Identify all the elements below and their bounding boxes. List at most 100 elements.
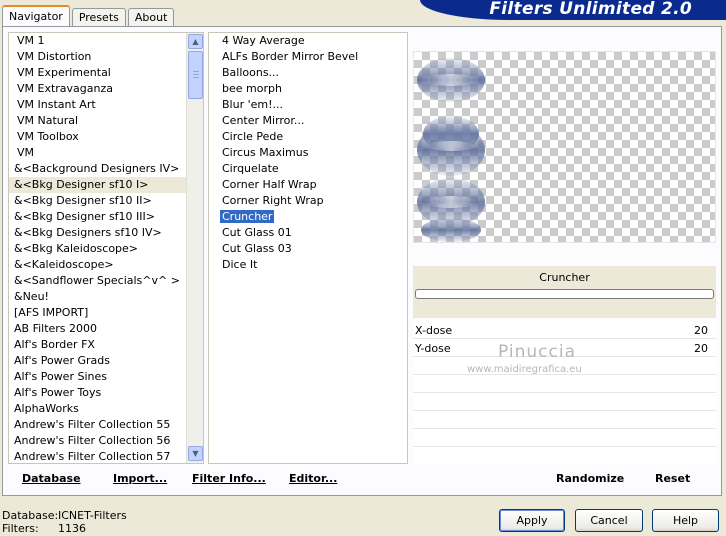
tab-strip: Navigator Presets About [2,5,176,26]
filter-item[interactable]: 4 Way Average [209,33,407,49]
param-empty-row [413,394,716,411]
filter-item-label: Cut Glass 01 [222,226,292,239]
chevron-up-icon: ▲ [192,37,199,46]
filters-count: 1136 [58,522,86,535]
category-scrollbar[interactable]: ▲ ▼ [186,33,203,463]
database-value: ICNET-Filters [58,509,127,522]
filter-item-label: Center Mirror... [222,114,305,127]
database-link[interactable]: Database [22,472,81,485]
filter-item-label: bee morph [222,82,282,95]
category-item[interactable]: VM Natural [9,113,203,129]
filter-item-label: Balloons... [222,66,280,79]
category-item[interactable]: VM [9,145,203,161]
filter-item[interactable]: Cruncher [209,209,407,225]
parameter-list[interactable]: X-dose 20 Y-dose 20 Pinuccia www.maidire… [413,320,716,464]
filter-item[interactable]: Blur 'em!... [209,97,407,113]
filters-label: Filters: [2,522,39,535]
category-item[interactable]: Alf's Border FX [9,337,203,353]
category-item[interactable]: VM Instant Art [9,97,203,113]
editor-link[interactable]: Editor... [289,472,337,485]
param-empty-row [413,412,716,429]
filter-item-label: Dice It [222,258,258,271]
category-item[interactable]: Alf's Power Grads [9,353,203,369]
category-item[interactable]: AB Filters 2000 [9,321,203,337]
filter-item-label: Corner Half Wrap [222,178,317,191]
title-banner: Filters Unlimited 2.0 [420,0,726,20]
param-empty-row [413,376,716,393]
selected-filter-name: Cruncher [539,271,590,284]
tab-about[interactable]: About [127,8,175,26]
category-item[interactable]: &<Bkg Designers sf10 IV> [9,225,203,241]
category-item[interactable]: AlphaWorks [9,401,203,417]
database-info: Database:ICNET-Filters [2,509,127,522]
param-value: 20 [694,324,708,337]
category-item[interactable]: &<Bkg Designer sf10 II> [9,193,203,209]
filter-item[interactable]: Corner Right Wrap [209,193,407,209]
watermark-name: Pinuccia [498,342,576,362]
tab-navigator[interactable]: Navigator [2,5,70,26]
chevron-down-icon: ▼ [192,449,199,458]
apply-button[interactable]: Apply [499,509,565,532]
preview-image [413,51,716,243]
filter-item[interactable]: Cirquelate [209,161,407,177]
param-label: X-dose [415,324,453,337]
filter-info-link[interactable]: Filter Info... [192,472,266,485]
filters-info: Filters: 1136 [2,522,86,535]
param-x-dose[interactable]: X-dose 20 [413,322,716,339]
progress-bar [415,289,714,299]
filter-item[interactable]: Dice It [209,257,407,273]
cancel-button[interactable]: Cancel [575,509,643,532]
filter-item[interactable]: Center Mirror... [209,113,407,129]
category-item[interactable]: [AFS IMPORT] [9,305,203,321]
category-item[interactable]: Andrew's Filter Collection 57 [9,449,203,463]
filter-item[interactable]: Balloons... [209,65,407,81]
category-item[interactable]: VM Toolbox [9,129,203,145]
filter-item[interactable]: Circle Pede [209,129,407,145]
category-list[interactable]: VM 1 VM Distortion VM Experimental VM Extra… [8,32,204,464]
banner-title: Filters Unlimited 2.0 [489,0,692,19]
param-empty-row [413,430,716,447]
filter-item[interactable]: ALFs Border Mirror Bevel [209,49,407,65]
category-item[interactable]: VM Experimental [9,65,203,81]
category-item[interactable]: &<Bkg Kaleidoscope> [9,241,203,257]
category-item[interactable]: VM Distortion [9,49,203,65]
filter-item[interactable]: Corner Half Wrap [209,177,407,193]
scroll-down-button[interactable]: ▼ [188,446,203,461]
param-value: 20 [694,342,708,355]
filter-item[interactable]: Circus Maximus [209,145,407,161]
filter-item-label: Circle Pede [222,130,284,143]
category-item[interactable]: Alf's Power Sines [9,369,203,385]
category-item[interactable]: Andrew's Filter Collection 56 [9,433,203,449]
filter-item-label: Cut Glass 03 [222,242,292,255]
randomize-button[interactable]: Randomize [556,472,624,485]
category-item[interactable]: &<Bkg Designer sf10 I> [9,177,203,193]
filter-item[interactable]: bee morph [209,81,407,97]
category-item[interactable]: VM 1 [9,33,203,49]
category-item[interactable]: &<Kaleidoscope> [9,257,203,273]
category-item[interactable]: Alf's Power Toys [9,385,203,401]
category-item[interactable]: Andrew's Filter Collection 55 [9,417,203,433]
filter-item-label: Corner Right Wrap [222,194,324,207]
scroll-up-button[interactable]: ▲ [188,34,203,49]
help-button[interactable]: Help [652,509,719,532]
param-label: Y-dose [415,342,451,355]
filter-item-label: 4 Way Average [222,34,305,47]
filter-name-area: Cruncher [413,266,716,318]
filter-item[interactable]: Cut Glass 01 [209,225,407,241]
preview-artwork [417,58,485,242]
category-item[interactable]: &<Sandflower Specials^v^ > [9,273,203,289]
scroll-thumb[interactable] [188,51,203,99]
category-item[interactable]: VM Extravaganza [9,81,203,97]
filter-item-label: Cruncher [220,210,275,223]
import-link[interactable]: Import... [113,472,167,485]
tab-presets[interactable]: Presets [71,8,126,26]
database-label: Database: [2,509,59,522]
filter-item-label: Blur 'em!... [222,98,283,111]
category-item[interactable]: &Neu! [9,289,203,305]
category-item[interactable]: &<Background Designers IV> [9,161,203,177]
filter-list[interactable]: 4 Way Average ALFs Border Mirror Bevel Bal… [208,32,408,464]
reset-button[interactable]: Reset [655,472,690,485]
filter-item[interactable]: Cut Glass 03 [209,241,407,257]
category-item[interactable]: &<Bkg Designer sf10 III> [9,209,203,225]
filter-item-label: ALFs Border Mirror Bevel [222,50,359,63]
